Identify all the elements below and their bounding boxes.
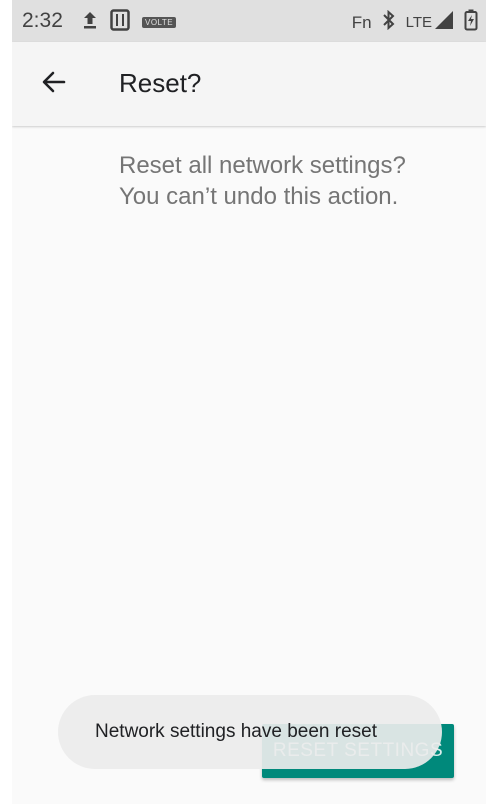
page-title: Reset? [119, 68, 202, 98]
upload-icon [82, 10, 98, 35]
network-indicator: LTE [406, 10, 454, 35]
battery-charging-icon [464, 9, 478, 36]
back-arrow-icon [40, 68, 68, 101]
snackbar-text: Network settings have been reset [95, 721, 377, 742]
signal-icon [434, 10, 454, 35]
message-line-1: Reset all network settings? [119, 152, 406, 179]
network-type: LTE [405, 14, 432, 31]
status-bar: 2:32 VOLTE Fn LTE [12, 0, 486, 42]
screen: 2:32 VOLTE Fn LTE Reset? Reset all netwo… [12, 0, 486, 804]
status-right-icons: Fn LTE [352, 9, 478, 36]
bluetooth-icon [382, 9, 396, 35]
sim-card-icon [110, 9, 130, 36]
reset-message: Reset all network settings? You can’t un… [119, 150, 469, 212]
snackbar: Network settings have been reset [58, 695, 442, 769]
message-line-2: You can’t undo this action. [119, 183, 399, 210]
status-time: 2:32 [22, 9, 63, 32]
app-bar: Reset? [12, 42, 486, 126]
volte-icon: VOLTE [142, 17, 177, 28]
status-left-icons: VOLTE [82, 9, 177, 36]
fn-label: Fn [351, 12, 372, 32]
back-button[interactable] [34, 64, 74, 104]
